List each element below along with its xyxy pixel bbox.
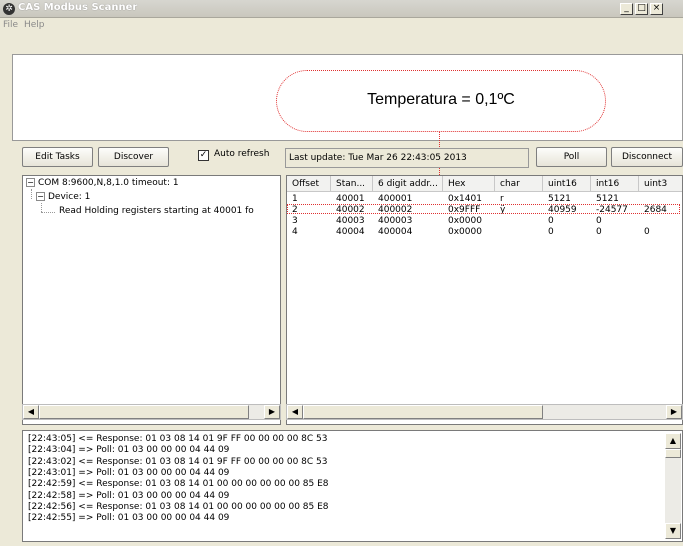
table-cell: 40003 <box>336 216 365 226</box>
log-line: [22:43:01] => Poll: 01 03 00 00 00 04 44… <box>28 467 230 478</box>
column-header-hex[interactable]: Hex <box>443 176 495 192</box>
scroll-thumb[interactable] <box>665 449 681 458</box>
log-line: [22:42:58] => Poll: 01 03 00 00 00 04 44… <box>28 490 230 501</box>
log-line: [22:43:04] => Poll: 01 03 00 00 00 04 44… <box>28 445 230 456</box>
disconnect-button[interactable]: Disconnect <box>611 147 683 167</box>
table-cell: 5121 <box>548 194 571 204</box>
scroll-left-icon[interactable]: ◀ <box>23 405 39 419</box>
communication-log[interactable]: [22:43:05] <= Response: 01 03 08 14 01 9… <box>22 430 683 542</box>
cas-logo-icon: ✲ <box>3 3 15 15</box>
collapse-icon[interactable]: − <box>26 178 35 187</box>
log-vertical-scrollbar[interactable]: ▲ ▼ <box>665 433 681 539</box>
log-line: [22:43:05] <= Response: 01 03 08 14 01 9… <box>28 434 328 444</box>
log-line: [22:42:55] => Poll: 01 03 00 00 00 04 44… <box>28 513 230 524</box>
tree-line <box>31 189 32 199</box>
grid-header: Offset Stan... 6 digit addr... Hex char … <box>287 176 682 192</box>
column-header-char[interactable]: char <box>495 176 543 192</box>
highlighted-row-marker <box>287 204 680 214</box>
table-cell: 0 <box>596 227 602 237</box>
discover-button[interactable]: Discover <box>98 147 169 167</box>
minimize-button[interactable]: _ <box>620 3 633 15</box>
tree-line <box>41 203 42 212</box>
table-cell: 3 <box>292 216 298 226</box>
table-cell: 0 <box>596 216 602 226</box>
table-cell: 40001 <box>336 194 365 204</box>
tree-horizontal-scrollbar[interactable]: ◀ ▶ <box>22 404 281 420</box>
maximize-button[interactable]: □ <box>635 3 648 15</box>
table-cell: 0x0000 <box>448 216 482 226</box>
table-cell: 0 <box>548 216 554 226</box>
menu-bar: File Help <box>0 19 683 33</box>
scroll-up-icon[interactable]: ▲ <box>665 433 681 449</box>
table-cell: 0x1401 <box>448 194 482 204</box>
column-header-6-digit-address[interactable]: 6 digit addr... <box>373 176 443 192</box>
collapse-icon[interactable]: − <box>36 192 45 201</box>
column-header-offset[interactable]: Offset <box>287 176 331 192</box>
table-cell: 4 <box>292 227 298 237</box>
table-cell: r <box>500 194 504 204</box>
log-line: [22:42:56] <= Response: 01 03 08 14 01 0… <box>28 501 329 512</box>
app-window: ✲ CAS Modbus Scanner _ □ × File Help Tem… <box>0 0 683 546</box>
edit-tasks-button[interactable]: Edit Tasks <box>22 147 93 167</box>
last-update-status: Last update: Tue Mar 26 22:43:05 2013 <box>285 148 529 168</box>
table-cell: 400001 <box>378 194 413 204</box>
log-line: [22:43:02] <= Response: 01 03 08 14 01 9… <box>28 456 328 467</box>
scroll-left-icon[interactable]: ◀ <box>287 405 303 419</box>
table-cell: 1 <box>292 194 298 204</box>
title-bar[interactable]: ✲ CAS Modbus Scanner _ □ × <box>0 0 683 18</box>
device-tree[interactable]: − COM 8:9600,N,8,1.0 timeout: 1 − Device: … <box>22 175 281 425</box>
auto-refresh-label: Auto refresh <box>214 149 270 159</box>
close-button[interactable]: × <box>650 3 663 15</box>
column-header-uint16[interactable]: uint16 <box>543 176 591 192</box>
table-cell: 400003 <box>378 216 413 226</box>
log-line: [22:42:59] <= Response: 01 03 08 14 01 0… <box>28 479 329 490</box>
table-cell: 0 <box>644 227 650 237</box>
scroll-right-icon[interactable]: ▶ <box>264 405 280 419</box>
table-cell: 5121 <box>596 194 619 204</box>
tree-line <box>41 212 55 213</box>
column-header-uint32[interactable]: uint3 <box>639 176 682 192</box>
poll-button[interactable]: Poll <box>536 147 607 167</box>
table-cell: 0x0000 <box>448 227 482 237</box>
scroll-thumb[interactable] <box>39 405 249 419</box>
menu-file[interactable]: File <box>3 20 18 30</box>
scroll-right-icon[interactable]: ▶ <box>666 405 682 419</box>
column-header-standard[interactable]: Stan... <box>331 176 373 192</box>
tree-node-device[interactable]: − Device: 1 <box>36 192 90 202</box>
tree-node-port[interactable]: − COM 8:9600,N,8,1.0 timeout: 1 <box>26 178 179 188</box>
temperature-readout: Temperatura = 0,1ºC <box>367 91 515 108</box>
scroll-down-icon[interactable]: ▼ <box>665 523 681 539</box>
tree-node-task[interactable]: Read Holding registers starting at 40001… <box>59 206 254 216</box>
table-cell: 400004 <box>378 227 413 237</box>
auto-refresh-checkbox[interactable]: ✓ <box>198 150 209 161</box>
table-cell: 0 <box>548 227 554 237</box>
grid-horizontal-scrollbar[interactable]: ◀ ▶ <box>286 404 683 420</box>
scroll-thumb[interactable] <box>303 405 543 419</box>
table-cell: 40004 <box>336 227 365 237</box>
column-header-int16[interactable]: int16 <box>591 176 639 192</box>
window-title: CAS Modbus Scanner <box>18 2 138 13</box>
menu-help[interactable]: Help <box>24 20 45 30</box>
